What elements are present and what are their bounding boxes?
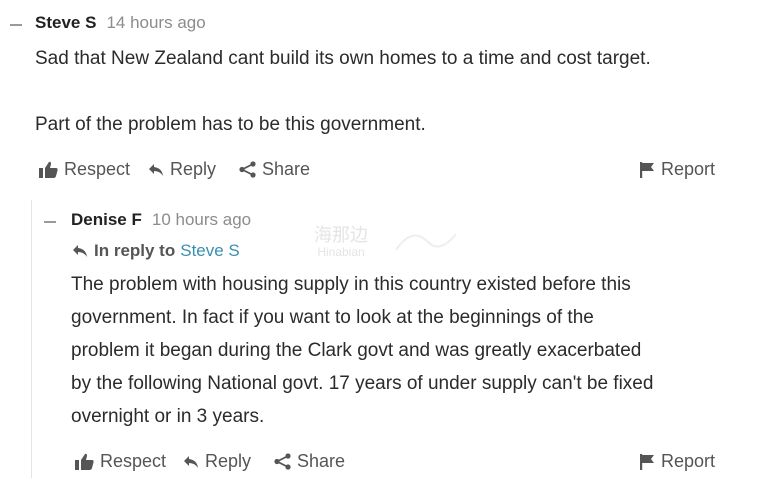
reply-button[interactable]: Reply bbox=[148, 159, 216, 180]
collapse-toggle[interactable] bbox=[44, 221, 56, 223]
comment-author[interactable]: Denise F bbox=[71, 210, 142, 230]
report-button[interactable]: Report bbox=[640, 451, 715, 472]
reply-arrow-icon bbox=[149, 163, 163, 176]
report-label: Report bbox=[661, 451, 716, 471]
respect-button[interactable]: Respect bbox=[39, 159, 130, 180]
reply-arrow-icon bbox=[73, 245, 87, 257]
comment-timestamp: 10 hours ago bbox=[151, 210, 252, 229]
watermark-logo-subtext: Hinabian bbox=[317, 245, 365, 259]
respect-label: Respect bbox=[100, 451, 167, 471]
share-icon bbox=[274, 453, 291, 470]
respect-button[interactable]: Respect bbox=[75, 451, 166, 472]
flag-icon bbox=[640, 453, 654, 470]
flag-icon bbox=[640, 161, 654, 178]
comment-body-line: The problem with housing supply in this … bbox=[71, 274, 631, 295]
watermark: 海那边 Hinabian bbox=[314, 225, 368, 259]
share-button[interactable]: Share bbox=[274, 451, 345, 472]
thumbs-up-icon bbox=[39, 161, 58, 178]
comment-body-line: Part of the problem has to be this gover… bbox=[35, 114, 426, 135]
comment-body-line: government. In fact if you want to look … bbox=[71, 307, 594, 328]
collapse-toggle[interactable] bbox=[10, 24, 22, 26]
share-icon bbox=[239, 161, 256, 178]
share-label: Share bbox=[297, 451, 346, 471]
comment-header: Steve S 14 hours ago bbox=[35, 13, 206, 33]
comment-body-line: problem it began during the Clark govt a… bbox=[71, 340, 642, 361]
comment-body-line: by the following National govt. 17 years… bbox=[71, 373, 654, 394]
comment-body-line: overnight or in 3 years. bbox=[71, 406, 265, 427]
comment-author[interactable]: Steve S bbox=[35, 13, 96, 33]
thread-line bbox=[31, 200, 32, 478]
in-reply-to-label: In reply to bbox=[94, 241, 176, 260]
comment-timestamp: 14 hours ago bbox=[106, 13, 206, 32]
comment-header: Denise F 10 hours ago bbox=[71, 210, 251, 230]
in-reply-to-link[interactable]: Steve S bbox=[180, 241, 240, 261]
reply-button[interactable]: Reply bbox=[183, 451, 251, 472]
respect-label: Respect bbox=[64, 159, 131, 179]
thumbs-up-icon bbox=[75, 453, 94, 470]
in-reply-to: In reply to Steve S bbox=[72, 241, 240, 261]
reply-label: Reply bbox=[205, 451, 252, 471]
reply-arrow-icon bbox=[184, 455, 198, 468]
report-button[interactable]: Report bbox=[640, 159, 715, 180]
report-label: Report bbox=[661, 159, 716, 179]
comment-body-line: Sad that New Zealand cant build its own … bbox=[35, 48, 651, 69]
watermark-swoosh-icon bbox=[392, 222, 462, 263]
reply-label: Reply bbox=[170, 159, 217, 179]
share-button[interactable]: Share bbox=[239, 159, 310, 180]
watermark-logo-text: 海那边 bbox=[314, 225, 368, 245]
share-label: Share bbox=[262, 159, 311, 179]
